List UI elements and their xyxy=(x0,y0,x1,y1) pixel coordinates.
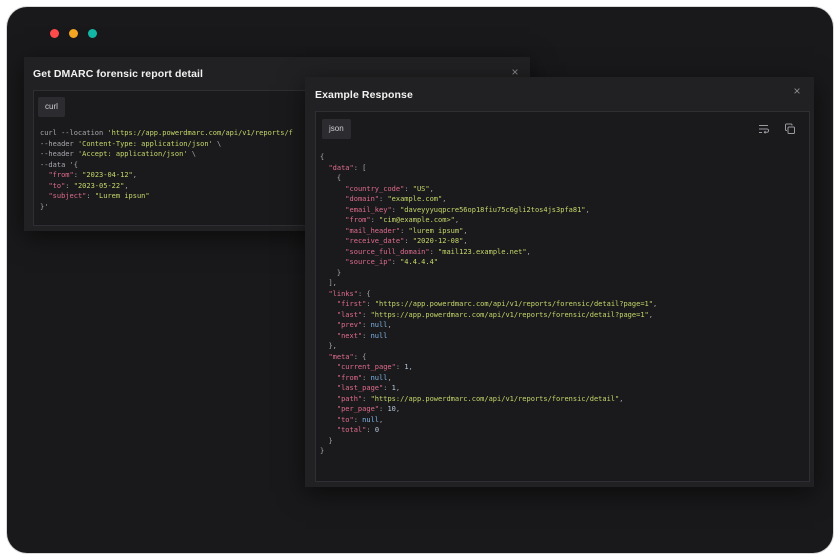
response-panel: Example Response × json { "data": [ {"c… xyxy=(305,77,814,487)
close-icon[interactable]: × xyxy=(510,66,520,78)
json-tab[interactable]: json xyxy=(322,119,351,139)
maximize-dot[interactable] xyxy=(88,29,97,38)
app-window: Get DMARC forensic report detail × curl … xyxy=(7,7,833,553)
response-code-block: json { "data": [ { "country_code": "US",… xyxy=(315,111,810,482)
close-icon[interactable]: × xyxy=(792,85,802,97)
response-panel-title: Example Response xyxy=(315,89,413,101)
minimize-dot[interactable] xyxy=(69,29,78,38)
curl-code: curl --location 'https://app.powerdmarc.… xyxy=(40,129,293,211)
copy-icon[interactable] xyxy=(784,123,796,135)
close-dot[interactable] xyxy=(50,29,59,38)
json-response-code: { "data": [ { "country_code": "US", "dom… xyxy=(320,153,658,455)
window-controls xyxy=(50,29,97,38)
curl-tab[interactable]: curl xyxy=(38,97,65,117)
request-panel-title: Get DMARC forensic report detail xyxy=(33,68,204,80)
wrap-lines-icon[interactable] xyxy=(758,123,770,135)
